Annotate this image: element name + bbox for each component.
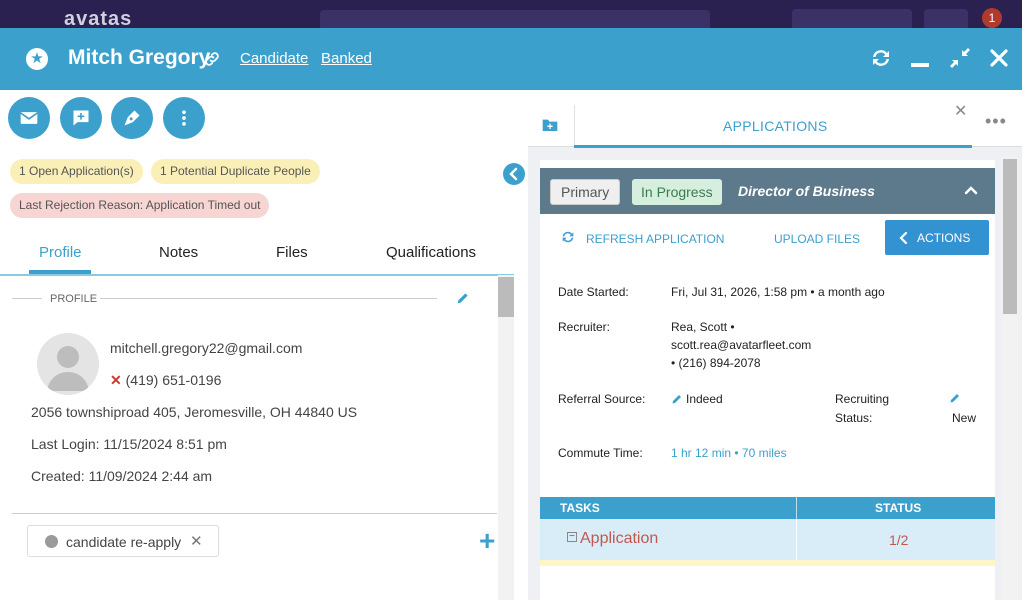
section-title: PROFILE [50, 293, 98, 305]
avatar [37, 333, 99, 395]
referral-source-value: Indeed [686, 392, 723, 406]
phone-row: ✕ (419) 651-0196 [110, 372, 221, 389]
tasks-column-header: TASKS [560, 501, 600, 515]
right-scrollbar[interactable] [1002, 157, 1018, 600]
app-top-bar: avatas 1 [0, 0, 1022, 31]
global-search-bar[interactable] [320, 10, 710, 30]
collapse-icon[interactable] [948, 46, 972, 70]
column-divider [796, 497, 797, 519]
pencil-icon[interactable] [949, 392, 961, 404]
edit-profile-icon[interactable] [456, 291, 470, 305]
divider [100, 298, 437, 299]
rejection-reason-chip: Last Rejection Reason: Application Timed… [10, 193, 270, 218]
link-icon[interactable] [203, 50, 221, 68]
candidate-name: Mitch Gregory [68, 46, 211, 69]
phone-text[interactable]: (419) 651-0196 [126, 372, 222, 388]
banked-link[interactable]: Banked [321, 50, 372, 67]
add-tag-icon[interactable]: + [479, 527, 495, 555]
chat-plus-icon [73, 110, 89, 126]
refresh-icon[interactable] [869, 46, 893, 70]
referral-source-label: Referral Source: [558, 392, 646, 406]
status-badge: In Progress [632, 179, 722, 205]
active-tab-indicator [574, 145, 972, 148]
minimize-icon[interactable] [908, 46, 932, 70]
notification-badge[interactable]: 1 [982, 8, 1002, 28]
applications-header: APPLICATIONS ✕ ••• [528, 97, 1022, 148]
tab-profile[interactable]: Profile [39, 244, 82, 261]
chevron-left-icon [509, 167, 518, 181]
address-text: 2056 townshiproad 405, Jeromesville, OH … [31, 404, 358, 420]
message-button[interactable] [60, 97, 102, 139]
pen-nib-icon [124, 110, 140, 126]
folder-plus-icon[interactable] [542, 118, 558, 132]
commute-time-value[interactable]: 1 hr 12 min • 70 miles [671, 444, 787, 462]
tag-label: candidate re-apply [66, 534, 182, 550]
recruiting-status-label-2: Status: [835, 411, 873, 425]
tab-notes[interactable]: Notes [159, 244, 198, 261]
created-text: Created: 11/09/2024 2:44 am [31, 468, 213, 484]
remove-tag-icon[interactable]: ✕ [190, 532, 203, 550]
date-started-label: Date Started: [558, 285, 629, 299]
envelope-icon [20, 112, 38, 124]
candidate-link[interactable]: Candidate [240, 50, 308, 67]
invalid-x-icon: ✕ [110, 372, 122, 388]
actions-button[interactable]: ACTIONS [885, 220, 989, 255]
last-login-text: Last Login: 11/15/2024 8:51 pm [31, 436, 227, 452]
scrollbar-thumb[interactable] [498, 277, 514, 317]
more-options-button[interactable] [163, 97, 205, 139]
recruiter-phone[interactable]: • (216) 894-2078 [671, 354, 761, 372]
tab-files[interactable]: Files [276, 244, 308, 261]
refresh-application-button[interactable]: REFRESH APPLICATION [586, 232, 724, 246]
recruiter-name: Rea, Scott • [671, 320, 735, 334]
close-icon[interactable] [987, 46, 1011, 70]
email-button[interactable] [8, 97, 50, 139]
refresh-icon[interactable] [560, 229, 576, 245]
email-text[interactable]: mitchell.gregory22@gmail.com [110, 340, 302, 356]
commute-time-label: Commute Time: [558, 446, 643, 460]
record-header: ★ Mitch Gregory Candidate Banked [0, 28, 1022, 90]
active-tab-indicator [29, 270, 91, 274]
recruiting-status-value: New [952, 411, 977, 425]
recruiting-status-label: Recruiting [835, 392, 890, 406]
applications-title[interactable]: APPLICATIONS [723, 118, 827, 134]
duplicates-chip[interactable]: 1 Potential Duplicate People [151, 159, 320, 184]
divider [574, 105, 575, 145]
divider [12, 513, 497, 514]
favorite-star-icon[interactable]: ★ [26, 48, 48, 70]
more-horizontal-icon[interactable]: ••• [985, 111, 1007, 132]
status-column-header: STATUS [875, 501, 922, 515]
recruiter-email[interactable]: scott.rea@avatarfleet.com [671, 336, 811, 354]
scrollbar-thumb[interactable] [1003, 159, 1017, 314]
job-title: Director of Business [738, 183, 875, 199]
actions-label: ACTIONS [917, 231, 971, 245]
tag-color-dot [45, 535, 58, 548]
collapse-panel-button[interactable] [503, 163, 525, 185]
close-panel-icon[interactable]: ✕ [954, 101, 967, 121]
task-name: Application [580, 530, 659, 547]
primary-badge: Primary [550, 179, 621, 205]
sign-button[interactable] [111, 97, 153, 139]
table-row[interactable]: − Application 1/2 [540, 519, 995, 560]
vertical-dots-icon [182, 110, 186, 126]
next-row-preview [540, 560, 995, 566]
recruiter-label: Recruiter: [558, 320, 611, 334]
person-icon [47, 346, 89, 391]
date-started-value: Fri, Jul 31, 2026, 1:58 pm • a month ago [671, 285, 885, 299]
open-applications-chip[interactable]: 1 Open Application(s) [10, 159, 143, 184]
chevron-up-icon[interactable] [964, 183, 978, 197]
tasks-table-header: TASKS STATUS [540, 497, 995, 519]
task-status: 1/2 [889, 532, 909, 548]
divider [12, 298, 42, 299]
pencil-icon[interactable] [671, 393, 683, 405]
profile-tabs: Profile Notes Files Qualifications [0, 232, 514, 276]
left-scrollbar[interactable] [498, 275, 514, 600]
chevron-left-icon [899, 232, 908, 244]
tab-qualifications[interactable]: Qualifications [386, 244, 476, 261]
column-divider [796, 519, 797, 560]
collapse-minus-icon[interactable]: − [567, 532, 577, 542]
upload-files-button[interactable]: UPLOAD FILES [774, 232, 860, 246]
tag-chip[interactable]: candidate re-apply ✕ [27, 525, 219, 557]
